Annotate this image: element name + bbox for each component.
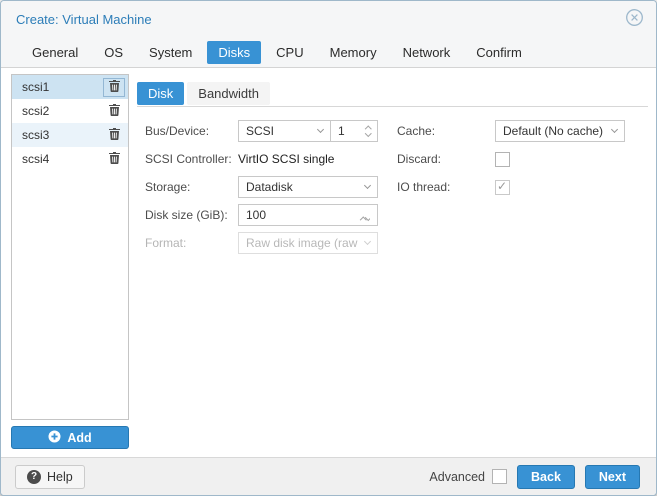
help-button-label: Help <box>47 470 73 484</box>
add-button-label: Add <box>67 431 91 445</box>
panel-separator <box>137 106 648 107</box>
plus-circle-icon <box>48 430 61 446</box>
create-vm-dialog: Create: Virtual Machine General OS Syste… <box>0 0 657 496</box>
chevron-down-icon <box>364 238 371 245</box>
dialog-body: scsi1 scsi2 scsi3 <box>1 67 656 457</box>
help-button[interactable]: ? Help <box>15 465 85 489</box>
tab-bandwidth[interactable]: Bandwidth <box>187 82 270 105</box>
format-select-disabled: Raw disk image (raw <box>238 232 378 254</box>
disk-label: scsi4 <box>22 152 49 166</box>
add-disk-button[interactable]: Add <box>11 426 129 449</box>
scsi-controller-label: SCSI Controller: <box>145 152 238 166</box>
trash-icon <box>109 104 120 119</box>
storage-row: Storage: Datadisk <box>145 176 378 198</box>
bus-number-stepper[interactable]: 1 <box>330 120 378 142</box>
advanced-checkbox[interactable] <box>492 469 507 484</box>
tab-memory[interactable]: Memory <box>319 41 388 64</box>
chevron-down-icon <box>611 126 618 133</box>
dialog-title: Create: Virtual Machine <box>16 12 152 27</box>
tab-network[interactable]: Network <box>392 41 462 64</box>
bus-device-row: Bus/Device: SCSI 1 <box>145 120 378 142</box>
tab-system[interactable]: System <box>138 41 203 64</box>
disk-size-label: Disk size (GiB): <box>145 208 238 222</box>
disk-panel: Disk Bandwidth Bus/Device: SCSI <box>137 74 648 457</box>
close-button[interactable] <box>624 9 644 29</box>
io-thread-label: IO thread: <box>397 180 495 194</box>
chevron-down-icon <box>364 182 371 189</box>
trash-icon <box>109 152 120 167</box>
trash-icon <box>109 80 120 95</box>
discard-checkbox[interactable] <box>495 152 510 167</box>
delete-disk-button[interactable] <box>103 78 125 97</box>
list-item-scsi4[interactable]: scsi4 <box>12 147 128 171</box>
tab-os[interactable]: OS <box>93 41 134 64</box>
bus-device-select[interactable]: SCSI <box>238 120 331 142</box>
tab-general[interactable]: General <box>21 41 89 64</box>
dialog-footer: ? Help Advanced Back Next <box>1 457 656 495</box>
tab-cpu[interactable]: CPU <box>265 41 314 64</box>
tab-confirm[interactable]: Confirm <box>465 41 533 64</box>
delete-disk-button[interactable] <box>103 102 125 121</box>
list-item-scsi3[interactable]: scsi3 <box>12 123 128 147</box>
delete-disk-button[interactable] <box>103 150 125 169</box>
question-circle-icon: ? <box>27 470 41 484</box>
disk-size-stepper[interactable]: 100 <box>238 204 378 226</box>
dialog-header: Create: Virtual Machine <box>1 1 656 37</box>
discard-row: Discard: <box>397 148 625 170</box>
cache-select[interactable]: Default (No cache) <box>495 120 625 142</box>
tab-disk[interactable]: Disk <box>137 82 184 105</box>
spinner-arrows-icon[interactable] <box>362 127 371 135</box>
cache-row: Cache: Default (No cache) <box>397 120 625 142</box>
footer-actions: Advanced Back Next <box>429 465 640 489</box>
list-item-scsi2[interactable]: scsi2 <box>12 99 128 123</box>
chevron-down-icon <box>317 126 324 133</box>
disk-size-row: Disk size (GiB): 100 <box>145 204 378 226</box>
disk-label: scsi1 <box>22 80 49 94</box>
io-thread-row: IO thread: <box>397 176 625 198</box>
format-value: Raw disk image (raw <box>246 236 365 250</box>
list-item-scsi1[interactable]: scsi1 <box>12 75 128 99</box>
bus-device-label: Bus/Device: <box>145 124 238 138</box>
next-button[interactable]: Next <box>585 465 640 489</box>
bus-number-value: 1 <box>338 124 345 138</box>
scsi-controller-row: SCSI Controller: VirtIO SCSI single <box>145 148 378 170</box>
back-button[interactable]: Back <box>517 465 575 489</box>
trash-icon <box>109 128 120 143</box>
storage-label: Storage: <box>145 180 238 194</box>
discard-label: Discard: <box>397 152 495 166</box>
spinner-arrows-icon[interactable] <box>357 208 370 222</box>
delete-disk-button[interactable] <box>103 126 125 145</box>
format-label: Format: <box>145 236 238 250</box>
tab-disks[interactable]: Disks <box>207 41 261 64</box>
storage-select[interactable]: Datadisk <box>238 176 378 198</box>
cache-label: Cache: <box>397 124 495 138</box>
scsi-controller-value: VirtIO SCSI single <box>238 152 334 166</box>
io-thread-checkbox[interactable] <box>495 180 510 195</box>
disk-list: scsi1 scsi2 scsi3 <box>11 74 129 420</box>
disk-label: scsi3 <box>22 128 49 142</box>
form-left-column: Bus/Device: SCSI 1 <box>145 120 378 260</box>
storage-value: Datadisk <box>246 180 293 194</box>
disk-label: scsi2 <box>22 104 49 118</box>
cache-value: Default (No cache) <box>503 124 603 138</box>
wizard-tabbar: General OS System Disks CPU Memory Netwo… <box>1 37 656 67</box>
circle-x-icon <box>625 8 644 30</box>
form-right-column: Cache: Default (No cache) Discard: <box>397 120 625 260</box>
advanced-label: Advanced <box>429 470 485 484</box>
disk-sidebar: scsi1 scsi2 scsi3 <box>11 74 129 457</box>
disk-panel-tabbar: Disk Bandwidth <box>137 82 648 105</box>
format-row: Format: Raw disk image (raw <box>145 232 378 254</box>
disk-size-value: 100 <box>246 208 266 222</box>
disk-form: Bus/Device: SCSI 1 <box>137 120 648 260</box>
bus-device-value: SCSI <box>246 124 274 138</box>
